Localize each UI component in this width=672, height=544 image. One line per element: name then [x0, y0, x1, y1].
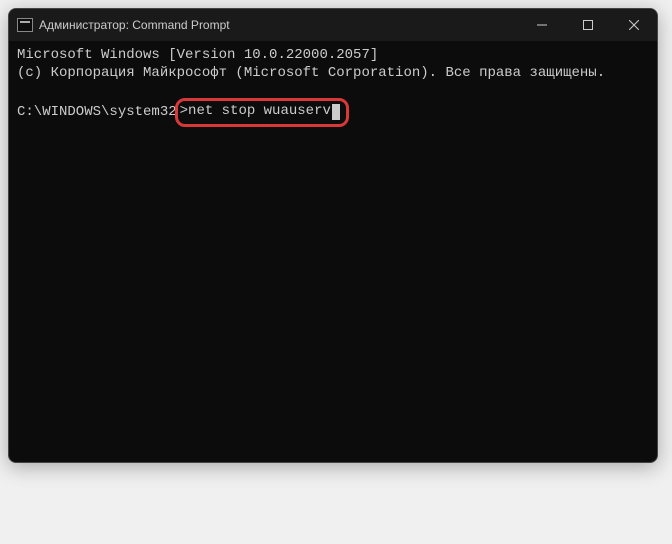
- titlebar[interactable]: Администратор: Command Prompt: [9, 9, 657, 41]
- close-button[interactable]: [611, 9, 657, 41]
- prompt-path: C:\WINDOWS\system32: [17, 104, 177, 122]
- minimize-button[interactable]: [519, 9, 565, 41]
- close-icon: [629, 20, 639, 30]
- titlebar-left: Администратор: Command Prompt: [17, 18, 230, 32]
- copyright-line: (c) Корпорация Майкрософт (Microsoft Cor…: [17, 65, 649, 83]
- maximize-icon: [583, 20, 593, 30]
- window-title: Администратор: Command Prompt: [39, 18, 230, 32]
- cursor-icon: [332, 104, 340, 120]
- command-text: net stop wuauserv: [188, 103, 331, 121]
- cmd-icon: [17, 18, 33, 32]
- maximize-button[interactable]: [565, 9, 611, 41]
- command-highlight: >net stop wuauserv: [175, 98, 349, 127]
- prompt-symbol: >: [180, 103, 188, 121]
- prompt-line: C:\WINDOWS\system32>net stop wuauserv: [17, 98, 649, 127]
- minimize-icon: [537, 20, 547, 30]
- command-prompt-window: Администратор: Command Prompt Microsoft …: [8, 8, 658, 463]
- window-controls: [519, 9, 657, 41]
- terminal-content[interactable]: Microsoft Windows [Version 10.0.22000.20…: [9, 41, 657, 133]
- version-line: Microsoft Windows [Version 10.0.22000.20…: [17, 47, 649, 65]
